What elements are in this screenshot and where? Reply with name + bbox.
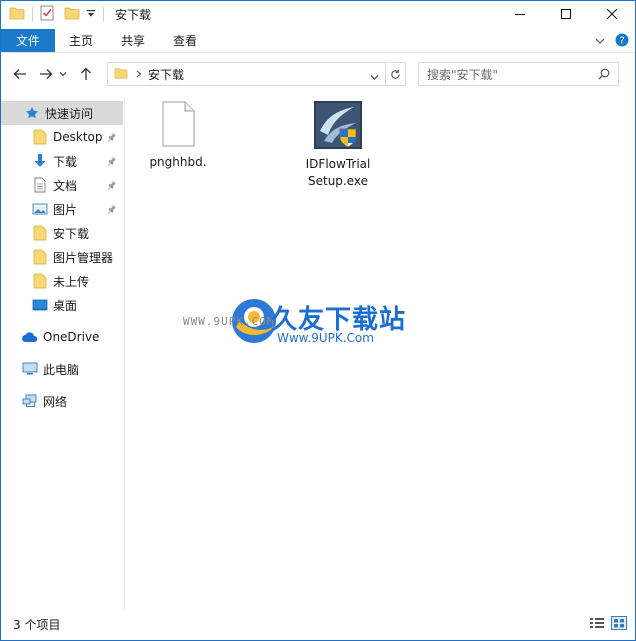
picture-icon (31, 200, 49, 218)
expand-ribbon-button[interactable] (595, 34, 605, 48)
up-button[interactable] (75, 63, 97, 85)
properties-icon[interactable] (40, 5, 54, 24)
new-folder-icon[interactable] (64, 6, 80, 23)
file-item[interactable]: IDFlowTrialSetup.exe (298, 101, 378, 190)
search-input[interactable]: 搜索"安下载" (418, 62, 619, 86)
sidebar-item-not-uploaded[interactable]: 未上传 (31, 269, 123, 293)
installer-icon (314, 101, 362, 152)
star-icon (23, 104, 41, 122)
navigation-bar: 安下载 搜索"安下载" (1, 59, 635, 89)
ribbon-tabs: 文件 主页 共享 查看 ? (1, 29, 635, 53)
sidebar-item-network[interactable]: 网络 (21, 389, 123, 413)
ribbon-controls: ? (595, 29, 629, 53)
arrow-up-icon (81, 67, 91, 80)
close-icon (607, 9, 617, 19)
tab-view[interactable]: 查看 (159, 29, 211, 52)
breadcrumb-separator-icon[interactable] (136, 67, 142, 81)
status-bar: 3 个项目 (1, 613, 635, 635)
breadcrumb-current[interactable]: 安下载 (148, 66, 184, 83)
minimize-icon (515, 14, 525, 15)
folder-icon (114, 67, 128, 82)
cloud-icon (21, 328, 39, 346)
tab-home[interactable]: 主页 (55, 29, 107, 52)
chevron-down-icon (595, 38, 605, 44)
pin-icon[interactable] (107, 203, 117, 217)
sidebar-item-desktop-cn[interactable]: 桌面 (31, 293, 123, 317)
item-count: 3 个项目 (13, 617, 61, 632)
folder-icon (31, 272, 49, 290)
search-icon[interactable] (598, 68, 610, 83)
arrow-right-icon (40, 69, 53, 79)
chevron-down-icon (59, 72, 67, 77)
maximize-button[interactable] (543, 1, 589, 27)
large-icons-view-button[interactable] (611, 616, 627, 633)
network-icon (21, 392, 39, 410)
folder-icon (31, 248, 49, 266)
large-icons-view-icon (611, 616, 627, 630)
minimize-button[interactable] (497, 1, 543, 27)
back-button[interactable] (9, 63, 31, 85)
forward-button[interactable] (35, 63, 57, 85)
divider (103, 7, 104, 21)
refresh-button[interactable] (385, 63, 405, 85)
customize-quick-access-icon[interactable] (86, 7, 96, 21)
desktop-icon (31, 296, 49, 314)
sidebar-item-anxiazai[interactable]: 安下载 (31, 221, 123, 245)
details-view-icon (590, 618, 604, 628)
navigation-pane: 快速访问 Desktop 下载 文档 图片 安下载 图片管理器 未上传 桌面 O… (1, 97, 125, 611)
sidebar-item-quick-access[interactable]: 快速访问 (1, 101, 123, 125)
title-bar: 安下载 (1, 1, 635, 27)
pin-icon[interactable] (107, 155, 117, 169)
explorer-window: 安下载 文件 主页 共享 查看 ? 安下载 搜索"安下载" 快速访问 Deskt… (0, 0, 636, 641)
file-name: pnghhbd. (149, 155, 207, 169)
sidebar-item-onedrive[interactable]: OneDrive (21, 325, 123, 349)
sidebar-item-picture-manager[interactable]: 图片管理器 (31, 245, 123, 269)
document-icon (31, 176, 49, 194)
search-placeholder: 搜索"安下载" (427, 67, 499, 82)
file-item[interactable]: pnghhbd. (138, 101, 218, 171)
computer-icon (21, 360, 39, 378)
recent-locations-button[interactable] (57, 63, 69, 85)
folder-icon[interactable] (9, 6, 25, 23)
blank-file-icon (161, 101, 195, 150)
address-history-button[interactable] (370, 70, 379, 84)
details-view-button[interactable] (589, 616, 605, 633)
window-title: 安下载 (115, 7, 152, 22)
quick-access-toolbar (1, 1, 111, 27)
watermark-sub-url: Www.9UPK.Com (277, 331, 374, 345)
divider (32, 7, 33, 21)
close-button[interactable] (589, 1, 635, 27)
help-icon: ? (615, 33, 629, 46)
sidebar-item-this-pc[interactable]: 此电脑 (21, 357, 123, 381)
file-name: IDFlowTrialSetup.exe (305, 157, 371, 188)
window-controls (497, 1, 635, 27)
address-bar[interactable]: 安下载 (107, 62, 406, 86)
watermark-url: WWW.9UPK.COM (183, 315, 275, 328)
refresh-icon (391, 69, 400, 79)
view-toggle (589, 616, 627, 633)
help-button[interactable]: ? (615, 33, 629, 50)
chevron-down-icon (370, 75, 379, 80)
maximize-icon (561, 9, 571, 19)
svg-text:?: ? (619, 35, 624, 46)
tab-file[interactable]: 文件 (1, 29, 55, 52)
pin-icon[interactable] (107, 179, 117, 193)
folder-icon (31, 128, 49, 146)
folder-icon (31, 224, 49, 242)
tab-share[interactable]: 共享 (107, 29, 159, 52)
pin-icon[interactable] (107, 131, 117, 145)
arrow-left-icon (13, 69, 26, 79)
download-arrow-icon (31, 152, 49, 170)
